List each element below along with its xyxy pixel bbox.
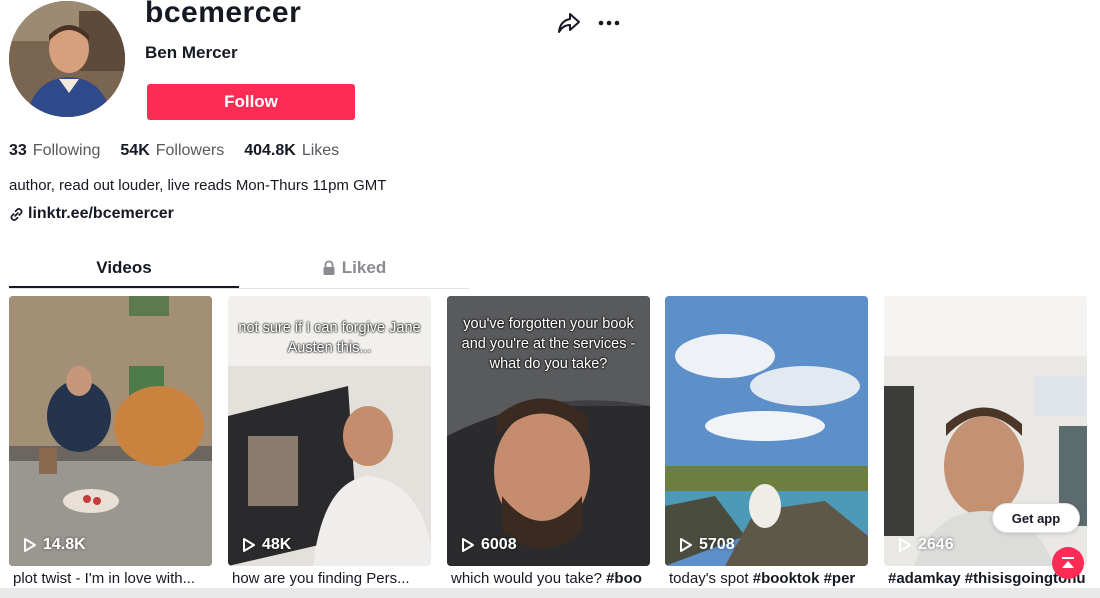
stat-label: Following — [32, 142, 101, 159]
stat-following[interactable]: 33 Following — [9, 142, 100, 160]
play-icon — [680, 538, 692, 552]
view-count-value: 2646 — [918, 536, 954, 553]
video-card[interactable]: not sure if I can forgive Jane Austen th… — [228, 296, 431, 566]
view-count: 48K — [242, 536, 291, 554]
get-app-button[interactable]: Get app — [992, 503, 1080, 533]
view-count: 5708 — [679, 536, 735, 554]
profile-stats: 33 Following 54K Followers 404.8K Likes — [9, 142, 339, 160]
view-count-value: 14.8K — [43, 536, 86, 553]
view-count: 6008 — [461, 536, 517, 554]
video-caption-text: plot twist - I'm in love with... — [13, 570, 196, 587]
video-caption[interactable]: plot twist - I'm in love with... — [13, 570, 213, 587]
back-to-top-button[interactable] — [1052, 547, 1084, 579]
horizontal-scrollbar[interactable] — [0, 588, 1100, 598]
tab-label: Videos — [96, 258, 152, 277]
video-caption[interactable]: today's spot #booktok #per — [669, 570, 869, 587]
video-caption[interactable]: how are you finding Pers... — [232, 570, 432, 587]
view-count: 14.8K — [23, 536, 86, 554]
video-caption-hashtag[interactable]: #boo — [606, 570, 642, 587]
profile-link[interactable]: linktr.ee/bcemercer — [9, 205, 174, 223]
follow-button[interactable]: Follow — [147, 84, 355, 120]
stat-value: 33 — [9, 142, 27, 159]
username: bcemercer — [145, 0, 302, 29]
stat-likes: 404.8K Likes — [244, 142, 339, 160]
stat-followers[interactable]: 54K Followers — [120, 142, 224, 160]
stat-label: Likes — [301, 142, 340, 159]
view-count-value: 6008 — [481, 536, 517, 553]
more-icon[interactable] — [597, 13, 623, 33]
video-thumbnail — [665, 296, 868, 566]
video-overlay-text: you've forgotten your book and you're at… — [461, 316, 636, 372]
tab-liked[interactable]: Liked — [239, 252, 469, 284]
play-icon — [243, 538, 255, 552]
play-icon — [462, 538, 474, 552]
video-thumbnail — [9, 296, 212, 566]
video-card[interactable]: you've forgotten your book and you're at… — [447, 296, 650, 566]
video-caption-hashtag[interactable]: #booktok #per — [753, 570, 856, 587]
profile-link-text: linktr.ee/bcemercer — [28, 205, 174, 222]
profile-tabs: Videos Liked — [9, 252, 469, 289]
view-count: 2646 — [898, 536, 954, 554]
play-icon — [899, 538, 911, 552]
video-caption-text: which would you take? — [451, 570, 607, 587]
link-icon — [10, 207, 23, 221]
share-icon[interactable] — [556, 10, 582, 36]
view-count-value: 48K — [262, 536, 292, 553]
lock-icon — [323, 260, 335, 275]
play-icon — [24, 538, 36, 552]
view-count-value: 5708 — [699, 536, 735, 553]
video-overlay-text: not sure if I can forgive Jane Austen th… — [238, 320, 421, 356]
stat-label: Followers — [155, 142, 225, 159]
avatar[interactable] — [9, 1, 125, 117]
video-caption[interactable]: which would you take? #boo — [451, 570, 651, 587]
video-caption-text: how are you finding Pers... — [232, 570, 410, 587]
tab-label: Liked — [341, 258, 387, 277]
back-to-top-icon — [1062, 557, 1074, 568]
video-card[interactable]: 14.8K — [9, 296, 212, 566]
bio: author, read out louder, live reads Mon-… — [9, 177, 387, 194]
tab-videos[interactable]: Videos — [9, 252, 239, 288]
stat-value: 404.8K — [244, 142, 296, 159]
stat-value: 54K — [120, 142, 150, 159]
video-card[interactable]: 5708 — [665, 296, 868, 566]
video-caption-text: today's spot — [669, 570, 753, 587]
display-name: Ben Mercer — [145, 43, 238, 62]
